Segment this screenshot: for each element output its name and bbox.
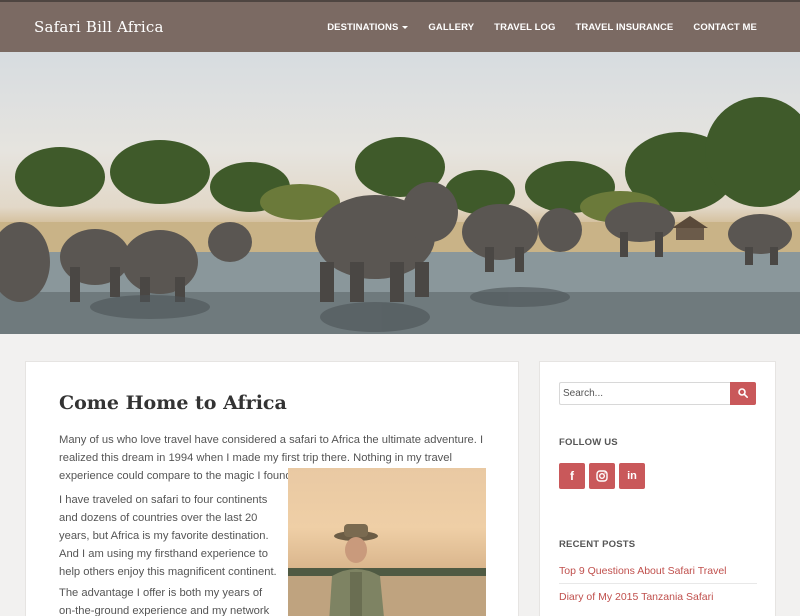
recent-posts-heading: Recent Posts	[559, 539, 636, 550]
nav-item-gallery[interactable]: Gallery	[418, 2, 484, 52]
search-input[interactable]	[559, 382, 730, 405]
author-photo	[288, 468, 486, 616]
facebook-button[interactable]: f	[559, 463, 585, 489]
nav-item-label: Travel Log	[494, 21, 556, 33]
recent-post-link[interactable]: Top 9 Questions About Safari Travel	[559, 565, 727, 577]
site-header: Safari Bill Africa Destinations Gallery …	[0, 0, 800, 52]
nav-item-label: Travel Insurance	[575, 21, 674, 33]
facebook-icon: f	[570, 469, 574, 483]
nav-item-contact[interactable]: Contact Me	[683, 2, 800, 52]
divider	[559, 583, 757, 584]
linkedin-button[interactable]: in	[619, 463, 645, 489]
sidebar: Follow Us f in Recent Posts Top 9 Questi…	[539, 361, 776, 616]
instagram-button[interactable]	[589, 463, 615, 489]
main-nav: Destinations Gallery Travel Log Travel I…	[317, 2, 800, 52]
instagram-icon	[596, 470, 608, 482]
nav-item-travel-log[interactable]: Travel Log	[484, 2, 565, 52]
site-brand[interactable]: Safari Bill Africa	[34, 18, 164, 36]
body-paragraph: The advantage I offer is both my years o…	[59, 587, 270, 616]
page-title: Come Home to Africa	[59, 392, 287, 414]
nav-item-travel-insurance[interactable]: Travel Insurance	[566, 2, 684, 52]
main-content-card: Come Home to Africa Many of us who love …	[25, 361, 519, 616]
follow-us-heading: Follow Us	[559, 437, 618, 448]
recent-post-link[interactable]: Diary of My 2015 Tanzania Safari	[559, 591, 713, 603]
hero-image	[0, 52, 800, 334]
linkedin-icon: in	[627, 470, 637, 482]
nav-item-label: Destinations	[327, 21, 399, 33]
nav-item-label: Gallery	[428, 21, 475, 33]
search-icon	[738, 388, 748, 398]
body-paragraph: I have traveled on safari to four contin…	[59, 494, 277, 578]
nav-item-destinations[interactable]: Destinations	[317, 2, 418, 52]
search-button[interactable]	[730, 382, 756, 405]
nav-item-label: Contact Me	[693, 21, 757, 33]
caret-down-icon	[402, 25, 409, 29]
